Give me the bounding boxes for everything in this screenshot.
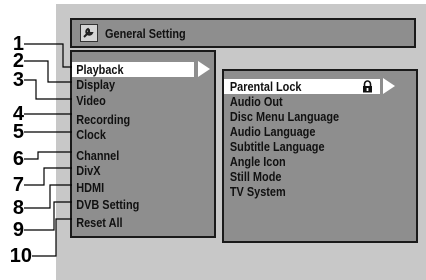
callout-7: 7 <box>12 174 24 196</box>
callout-10: 10 <box>9 245 32 267</box>
callout-9: 9 <box>12 219 24 241</box>
callout-leader-lines <box>24 43 72 257</box>
callout-8: 8 <box>12 197 24 219</box>
callout-2: 2 <box>12 50 24 72</box>
callout-6: 6 <box>12 148 24 170</box>
callout-3: 3 <box>12 69 24 91</box>
callout-5: 5 <box>12 121 24 143</box>
